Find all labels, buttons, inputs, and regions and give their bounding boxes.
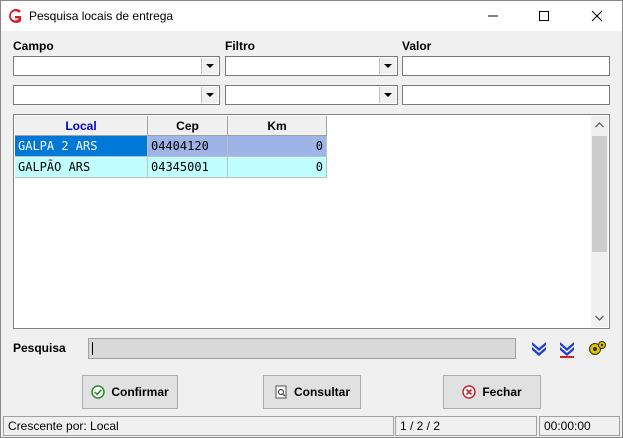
filtro-select-1[interactable]: [225, 56, 398, 76]
chevron-down-icon[interactable]: [379, 87, 396, 103]
column-header-cep[interactable]: Cep: [148, 116, 228, 136]
status-time-panel: 00:00:00: [539, 416, 620, 436]
close-button[interactable]: Fechar: [443, 375, 541, 409]
maximize-icon: [539, 11, 549, 21]
expand-down-icon[interactable]: [531, 340, 547, 358]
close-window-button[interactable]: [574, 1, 620, 31]
confirm-label: Confirmar: [111, 385, 169, 399]
minimize-button[interactable]: [470, 1, 516, 31]
consult-label: Consultar: [293, 385, 350, 399]
table-row-km[interactable]: 0: [228, 157, 327, 178]
filtro-select-2[interactable]: [225, 85, 398, 105]
results-grid[interactable]: Local Cep Km GALPA 2 ARS 04404120 0 GALP…: [13, 114, 610, 329]
chevron-down-icon[interactable]: [379, 58, 396, 74]
chevron-down-icon[interactable]: [201, 87, 218, 103]
campo-select-2[interactable]: [13, 85, 220, 105]
column-header-local[interactable]: Local: [15, 116, 148, 136]
confirm-button[interactable]: Confirmar: [82, 375, 178, 409]
search-label: Pesquisa: [13, 341, 66, 355]
search-input[interactable]: [88, 338, 516, 359]
filtro-label: Filtro: [225, 39, 255, 53]
consult-button[interactable]: Consultar: [263, 375, 361, 409]
gears-icon[interactable]: [587, 340, 607, 358]
status-sort-text: Crescente por: Local: [8, 419, 119, 433]
minimize-icon: [488, 15, 498, 17]
status-sort-panel: Crescente por: Local: [3, 416, 394, 436]
status-position-text: 1 / 2 / 2: [400, 419, 441, 433]
campo-select-1[interactable]: [13, 56, 220, 76]
status-position-panel: 1 / 2 / 2: [395, 416, 537, 436]
valor-label: Valor: [402, 39, 432, 53]
check-circle-icon: [91, 385, 106, 399]
table-row-local[interactable]: GALPA 2 ARS: [15, 136, 148, 157]
chevron-down-icon[interactable]: [201, 58, 218, 74]
table-row-km[interactable]: 0: [228, 136, 327, 157]
valor-input-1[interactable]: [402, 56, 610, 76]
vertical-scrollbar[interactable]: [591, 116, 608, 327]
window-title: Pesquisa locais de entrega: [29, 9, 174, 23]
app-logo-icon: [9, 9, 21, 23]
table-row-local[interactable]: GALPÃO ARS: [15, 157, 148, 178]
column-header-km[interactable]: Km: [228, 116, 327, 136]
close-circle-icon: [462, 385, 477, 399]
title-bar: Pesquisa locais de entrega: [1, 1, 622, 31]
close-icon: [591, 10, 603, 22]
table-row-cep[interactable]: 04404120: [148, 136, 228, 157]
scroll-up-icon[interactable]: [595, 122, 604, 128]
valor-input-2[interactable]: [402, 85, 610, 105]
scrollbar-thumb[interactable]: [592, 136, 607, 252]
maximize-button[interactable]: [521, 1, 567, 31]
campo-label: Campo: [13, 39, 54, 53]
document-search-icon: [275, 385, 287, 399]
last-record-icon[interactable]: [559, 340, 575, 358]
status-time-text: 00:00:00: [544, 419, 591, 433]
close-label: Fechar: [482, 385, 522, 399]
dialog-window: Pesquisa locais de entrega Campo Filtro …: [0, 0, 623, 438]
text-cursor: [92, 342, 93, 355]
table-row-cep[interactable]: 04345001: [148, 157, 228, 178]
scroll-down-icon[interactable]: [595, 315, 604, 321]
